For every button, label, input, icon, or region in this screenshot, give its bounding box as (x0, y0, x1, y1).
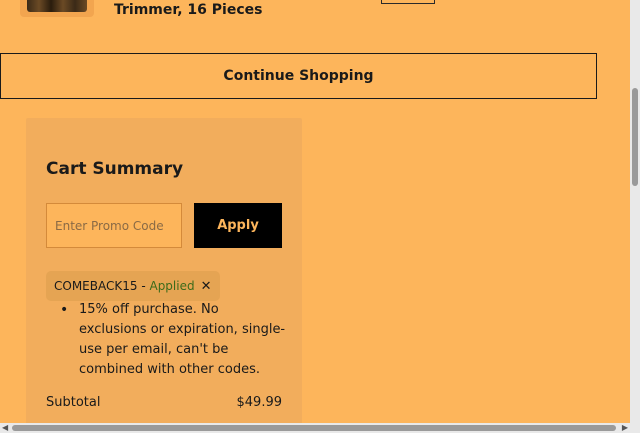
promo-description-text: 15% off purchase. No exclusions or expir… (79, 302, 286, 377)
continue-shopping-button[interactable]: Continue Shopping (0, 53, 597, 99)
promo-code-placeholder: Enter Promo Code (55, 218, 164, 233)
product-thumbnail[interactable] (20, 0, 94, 17)
scroll-left-arrow-icon[interactable]: ◀ (2, 423, 8, 433)
bullet-icon: • (60, 302, 69, 318)
cart-summary-panel: Cart Summary Enter Promo Code Apply COME… (26, 118, 302, 428)
quantity-box[interactable] (381, 0, 435, 4)
subtotal-label: Subtotal (46, 395, 101, 410)
horizontal-scrollbar[interactable]: ◀ ▶ (0, 423, 640, 433)
applied-separator: - (137, 279, 150, 293)
vertical-scroll-thumb[interactable] (632, 88, 638, 186)
applied-promo-chip: COMEBACK15 - Applied ✕ (46, 271, 220, 301)
apply-button[interactable]: Apply (194, 203, 282, 248)
promo-code-input[interactable]: Enter Promo Code (46, 203, 182, 248)
remove-promo-icon[interactable]: ✕ (201, 279, 212, 294)
promo-description: • 15% off purchase. No exclusions or exp… (60, 300, 290, 380)
applied-status: Applied (149, 279, 195, 293)
product-image (27, 0, 87, 12)
horizontal-scroll-thumb[interactable] (12, 425, 616, 431)
vertical-scrollbar[interactable] (630, 0, 640, 423)
scroll-right-arrow-icon[interactable]: ▶ (622, 423, 628, 433)
cart-summary-title: Cart Summary (46, 159, 184, 179)
subtotal-value: $49.99 (236, 395, 283, 410)
product-title[interactable]: Trimmer, 16 Pieces (114, 2, 262, 18)
applied-promo-code: COMEBACK15 (54, 279, 138, 293)
